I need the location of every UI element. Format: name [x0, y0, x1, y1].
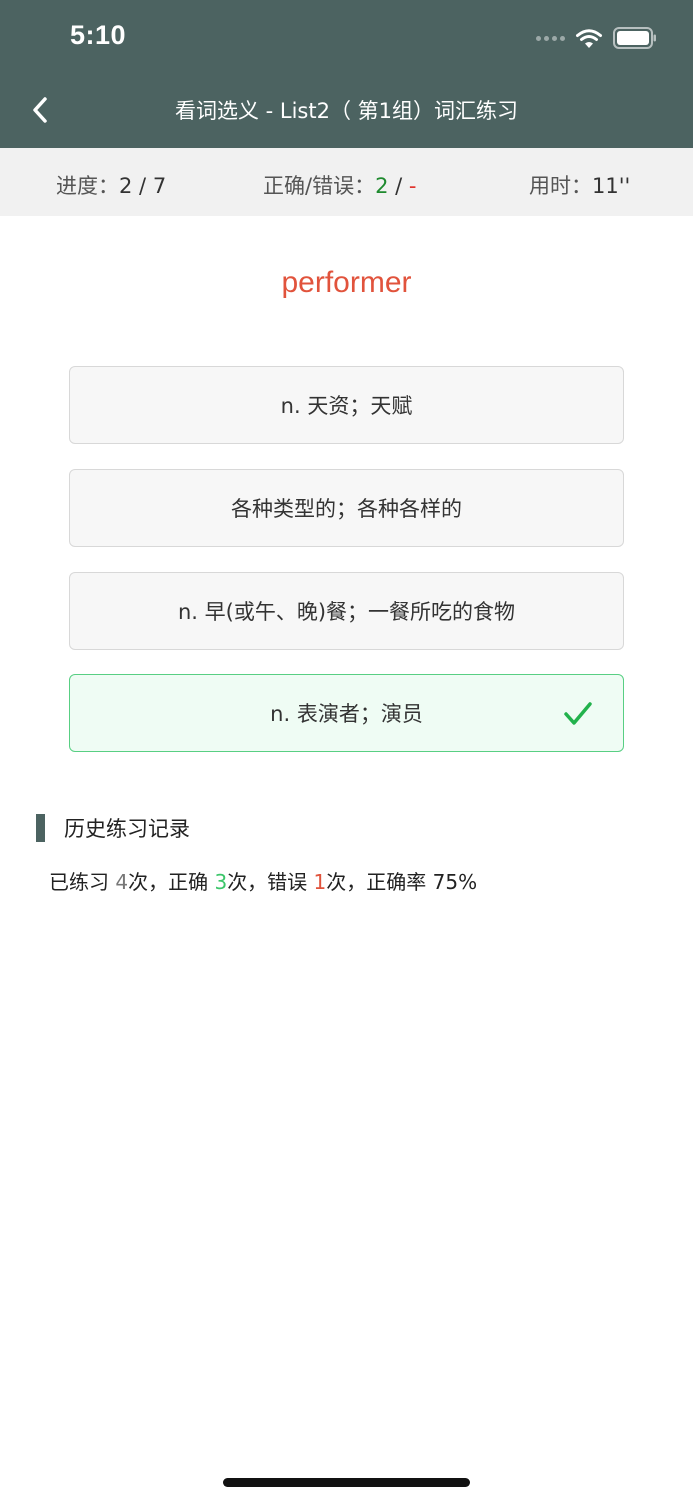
- progress-total: 7: [152, 174, 167, 198]
- time-label: 用时：: [529, 174, 592, 198]
- answer-option-text: n. 天资；天赋: [280, 394, 413, 418]
- answer-option-4[interactable]: n. 表演者；演员: [69, 674, 624, 752]
- answer-option-text: 各种类型的；各种各样的: [231, 497, 462, 521]
- history-text: 次，正确: [128, 870, 215, 894]
- answer-option-3[interactable]: n. 早(或午、晚)餐；一餐所吃的食物: [69, 572, 624, 650]
- correct-count: 2: [375, 174, 389, 198]
- answer-option-text: n. 早(或午、晚)餐；一餐所吃的食物: [177, 600, 516, 624]
- progress-separator: /: [132, 174, 153, 198]
- progress-current: 2: [119, 174, 133, 198]
- answer-option-text: n. 表演者；演员: [270, 702, 423, 726]
- signal-icon: [536, 35, 565, 41]
- correct-wrong-label: 正确/错误：: [263, 174, 376, 198]
- header: 5:10 看词选义 - List2（ 第1组）词汇练习: [0, 0, 693, 148]
- time-stat: 用时：11'': [529, 170, 630, 200]
- status-icons: [536, 26, 657, 50]
- stats-bar: 进度：2 / 7 正确/错误：2 / - 用时：11'': [0, 148, 693, 216]
- practiced-count: 4: [115, 870, 129, 894]
- wifi-icon: [576, 28, 602, 48]
- wrong-count: -: [408, 174, 417, 198]
- answer-option-1[interactable]: n. 天资；天赋: [69, 366, 624, 444]
- progress-label: 进度：: [56, 174, 119, 198]
- battery-icon: [613, 27, 656, 49]
- history-text: 次，正确率: [326, 870, 433, 894]
- home-indicator[interactable]: [223, 1478, 470, 1487]
- time-value: 11'': [592, 174, 631, 198]
- vocab-word: performer: [281, 266, 412, 299]
- answer-option-2[interactable]: 各种类型的；各种各样的: [69, 469, 624, 547]
- accuracy-rate: 75%: [432, 870, 478, 894]
- history-text: 次，错误: [227, 870, 314, 894]
- history-correct-count: 3: [214, 870, 228, 894]
- correct-wrong-stat: 正确/错误：2 / -: [263, 170, 416, 200]
- status-time: 5:10: [70, 20, 127, 50]
- checkmark-icon: [564, 702, 592, 725]
- section-marker: [36, 814, 45, 842]
- page-title: 看词选义 - List2（ 第1组）词汇练习: [174, 99, 519, 123]
- history-title: 历史练习记录: [64, 817, 190, 841]
- history-header: 历史练习记录: [36, 814, 190, 842]
- correct-wrong-separator: /: [388, 174, 409, 198]
- history-summary: 已练习 4次，正确 3次，错误 1次，正确率 75%: [49, 866, 477, 895]
- progress-stat: 进度：2 / 7: [56, 170, 166, 200]
- history-wrong-count: 1: [313, 870, 327, 894]
- history-text: 已练习: [49, 870, 116, 894]
